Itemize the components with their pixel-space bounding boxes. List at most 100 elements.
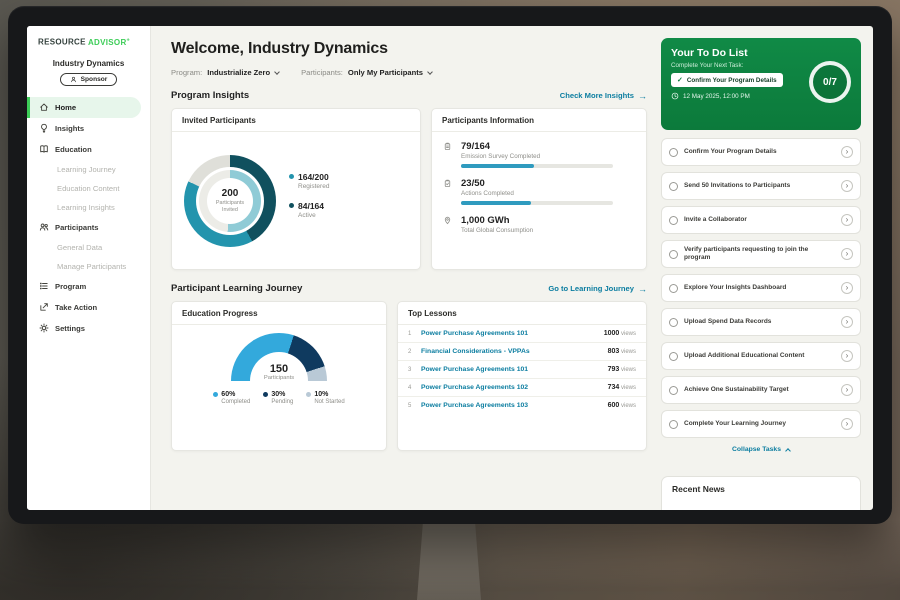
sidebar-item-education-content[interactable]: Education Content	[27, 179, 150, 198]
education-gauge-chart: 150 Participants	[231, 333, 327, 381]
card-title: Invited Participants	[172, 109, 420, 132]
collapse-tasks-link[interactable]: Collapse Tasks	[661, 446, 861, 453]
task-checkbox[interactable]	[669, 250, 678, 259]
lesson-link[interactable]: Power Purchase Agreements 103	[421, 402, 602, 409]
legend-dot	[289, 174, 294, 179]
actions-progress-fill	[461, 201, 531, 205]
todo-summary-card: Your To Do List Complete Your Next Task:…	[661, 38, 861, 130]
actions-progress-bar	[461, 201, 613, 205]
task-checkbox[interactable]	[669, 284, 678, 293]
task-row[interactable]: Upload Additional Educational Content	[661, 342, 861, 370]
sidebar-item-education[interactable]: Education	[27, 139, 150, 160]
learning-journey-title: Participant Learning Journey	[171, 283, 302, 294]
sidebar-item-manage-participants[interactable]: Manage Participants	[27, 257, 150, 276]
participants-information-card: Participants Information 79/164 Emission…	[431, 108, 647, 270]
lesson-link[interactable]: Power Purchase Agreements 102	[421, 384, 602, 391]
sidebar-item-learning-journey[interactable]: Learning Journey	[27, 160, 150, 179]
task-row[interactable]: Invite a Collaborator	[661, 206, 861, 234]
chevron-right-icon[interactable]	[841, 350, 853, 362]
lesson-row: 5 Power Purchase Agreements 103 600 view…	[398, 397, 646, 414]
sidebar-nav: Home Insights Education Learning Journey…	[27, 97, 150, 339]
sidebar-item-participants[interactable]: Participants	[27, 217, 150, 238]
people-icon	[39, 222, 49, 232]
lesson-link[interactable]: Power Purchase Agreements 101	[421, 366, 602, 373]
chevron-right-icon[interactable]	[841, 180, 853, 192]
task-checkbox[interactable]	[669, 216, 678, 225]
sidebar-item-take-action[interactable]: Take Action	[27, 297, 150, 318]
lesson-row: 3 Power Purchase Agreements 101 793 view…	[398, 361, 646, 379]
task-checkbox[interactable]	[669, 386, 678, 395]
person-icon	[70, 76, 77, 83]
consumption-stat: 1,000 GWh Total Global Consumption	[443, 215, 635, 234]
legend-completed: 60% Completed	[213, 391, 250, 405]
actions-completed-stat: 23/50 Actions Completed	[443, 178, 635, 205]
task-row[interactable]: Verify participants requesting to join t…	[661, 240, 861, 268]
chevron-right-icon[interactable]	[841, 146, 853, 158]
legend-dot	[289, 203, 294, 208]
card-title: Top Lessons	[398, 302, 646, 325]
task-row[interactable]: Confirm Your Program Details	[661, 138, 861, 166]
legend-dot	[213, 392, 218, 397]
todo-progress-ring: 0/7	[809, 61, 851, 103]
legend-active: 84/164 Active	[289, 201, 329, 219]
list-icon	[39, 281, 49, 291]
monitor-bezel: RESOURCE ADVISOR+ Industry Dynamics Spon…	[8, 6, 892, 524]
task-list: Confirm Your Program Details Send 50 Inv…	[661, 138, 861, 444]
chevron-right-icon[interactable]	[841, 316, 853, 328]
book-icon	[39, 144, 49, 154]
task-checkbox[interactable]	[669, 182, 678, 191]
task-row[interactable]: Send 50 Invitations to Participants	[661, 172, 861, 200]
task-checkbox[interactable]	[669, 352, 678, 361]
lesson-row: 4 Power Purchase Agreements 102 734 view…	[398, 379, 646, 397]
task-checkbox[interactable]	[669, 148, 678, 157]
task-row[interactable]: Explore Your Insights Dashboard	[661, 274, 861, 302]
emission-survey-stat: 79/164 Emission Survey Completed	[443, 141, 635, 168]
emission-progress-fill	[461, 164, 534, 168]
sidebar-item-settings[interactable]: Settings	[27, 318, 150, 339]
page-title: Welcome, Industry Dynamics	[171, 40, 647, 58]
task-row[interactable]: Achieve One Sustainability Target	[661, 376, 861, 404]
sidebar-item-home[interactable]: Home	[27, 97, 141, 118]
chevron-down-icon	[274, 69, 280, 75]
task-row[interactable]: Complete Your Learning Journey	[661, 410, 861, 438]
sidebar-item-insights[interactable]: Insights	[27, 118, 150, 139]
donut-legend: 164/200 Registered 84/164 Active	[289, 172, 329, 230]
sponsor-badge[interactable]: Sponsor	[60, 73, 118, 86]
invited-donut-chart: 200 Participants Invited	[184, 155, 276, 247]
chevron-right-icon[interactable]	[841, 418, 853, 430]
education-progress-card: Education Progress 150 Participants	[171, 301, 387, 451]
lesson-row: 2 Financial Considerations - VPPAs 803 v…	[398, 343, 646, 361]
sidebar-item-learning-insights[interactable]: Learning Insights	[27, 198, 150, 217]
recent-news-header: Recent News	[661, 476, 861, 510]
card-title: Participants Information	[432, 109, 646, 132]
dashboard-screen: RESOURCE ADVISOR+ Industry Dynamics Spon…	[27, 26, 873, 510]
legend-registered: 164/200 Registered	[289, 172, 329, 190]
task-checkbox[interactable]	[669, 420, 678, 429]
chevron-right-icon[interactable]	[841, 214, 853, 226]
go-to-learning-journey-link[interactable]: Go to Learning Journey	[548, 284, 647, 294]
monitor-stand	[417, 516, 481, 600]
chevron-right-icon[interactable]	[841, 384, 853, 396]
sidebar-item-program[interactable]: Program	[27, 276, 150, 297]
org-name: Industry Dynamics	[27, 59, 150, 68]
task-checkbox[interactable]	[669, 318, 678, 327]
participants-dropdown[interactable]: Participants: Only My Participants	[301, 68, 432, 77]
chevron-right-icon[interactable]	[841, 282, 853, 294]
clipboard-check-icon	[443, 178, 454, 205]
todo-panel: Your To Do List Complete Your Next Task:…	[659, 26, 873, 510]
check-more-insights-link[interactable]: Check More Insights	[560, 91, 647, 101]
card-title: Education Progress	[172, 302, 386, 325]
arrow-right-icon	[638, 91, 647, 101]
clock-icon	[671, 92, 679, 100]
location-pin-icon	[443, 215, 454, 234]
invited-total: 200	[222, 188, 239, 199]
next-task-pill[interactable]: Confirm Your Program Details	[671, 73, 783, 87]
gear-icon	[39, 323, 49, 333]
sidebar-item-general-data[interactable]: General Data	[27, 238, 150, 257]
action-arrow-icon	[39, 302, 49, 312]
lesson-link[interactable]: Power Purchase Agreements 101	[421, 330, 598, 337]
program-dropdown[interactable]: Program: Industrialize Zero	[171, 68, 279, 77]
lesson-link[interactable]: Financial Considerations - VPPAs	[421, 348, 602, 355]
chevron-right-icon[interactable]	[841, 248, 853, 260]
task-row[interactable]: Upload Spend Data Records	[661, 308, 861, 336]
